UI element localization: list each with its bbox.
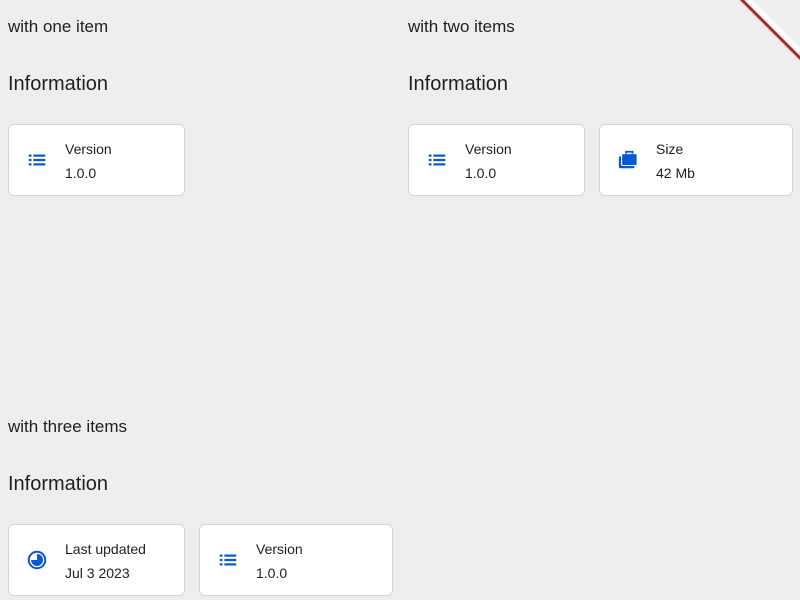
info-card-last-updated: Last updated Jul 3 2023 [8,524,185,596]
corner-ribbon [740,0,800,60]
info-card-version: Version 1.0.0 [8,124,185,196]
story-one-item: with one item Information Version 1.0.0 [8,0,388,200]
list-icon [219,554,237,566]
section-title: Information [8,473,109,495]
info-label: Version [65,141,112,157]
story-label: with one item [8,17,109,36]
info-value: 1.0.0 [256,565,288,581]
briefcase-icon [618,150,638,169]
info-label: Last updated [65,541,146,557]
story-label: with two items [408,17,515,36]
ribbon-stripe-icon [740,0,800,60]
story-label: with three items [8,417,128,436]
list-icon [28,154,46,166]
info-card-version: Version 1.0.0 [199,524,393,596]
section-title: Information [8,73,109,95]
info-card-version: Version 1.0.0 [408,124,585,196]
info-value: Jul 3 2023 [65,565,130,581]
info-label: Version [465,141,512,157]
section-title: Information [408,73,509,95]
info-value: 1.0.0 [465,165,497,181]
info-value: 1.0.0 [65,165,97,181]
info-value: 42 Mb [656,165,695,181]
story-three-items: with three items Information Last update… [8,400,400,600]
list-icon [428,154,446,166]
info-label: Size [656,141,684,157]
history-icon [27,550,47,570]
info-card-size: Size 42 Mb [599,124,793,196]
info-label: Version [256,541,303,557]
